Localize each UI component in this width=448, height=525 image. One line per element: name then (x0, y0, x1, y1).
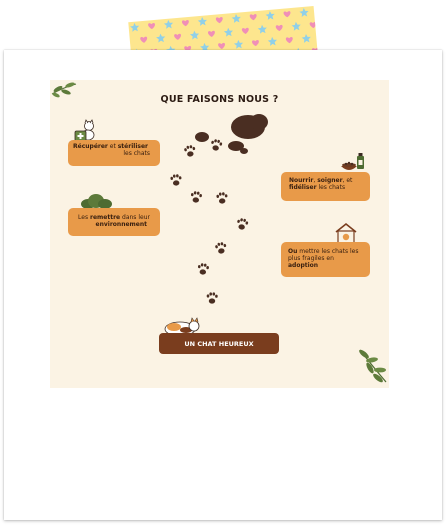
card-text-bold: Nourrir (289, 177, 314, 184)
paw-print-icon (170, 174, 182, 186)
paw-print-icon (215, 242, 227, 254)
card-nourrir: Nourrir, soigner, et fidéliser les chats (281, 172, 370, 201)
card-recuperer: Récupérer et stériliser les chats (68, 140, 160, 166)
paw-print-icon (237, 218, 249, 230)
infographic-panel: QUE FAISONS NOUS ? Récupérer et stérilis… (50, 80, 389, 388)
card-text-bold: adoption (288, 262, 319, 269)
card-text-bold: soigner (317, 177, 343, 184)
card-text-bold: stériliser (117, 143, 148, 150)
card-text-bold: fidéliser (289, 184, 317, 191)
card-recuperer-line1: Récupérer et stériliser (73, 143, 155, 150)
paw-print-icon (211, 139, 223, 151)
paw-print-icon (184, 145, 196, 157)
paw-print-icon (197, 263, 209, 275)
card-text: mettre les chats les plus fragiles en (288, 248, 359, 262)
card-text: les chats (316, 184, 346, 191)
card-text-bold: Récupérer (73, 143, 108, 150)
card-text-bold: Ou (288, 248, 298, 255)
paw-print-icon (206, 292, 218, 304)
card-remettre: Les remettre dans leur environnement (68, 208, 160, 236)
footer-happy-cat-button: UN CHAT HEUREUX (159, 333, 279, 354)
paw-print-icon (216, 192, 228, 204)
card-text: , et (342, 177, 353, 184)
card-nourrir-line1: Nourrir, soigner, et (289, 177, 365, 184)
card-text-bold: environnement (95, 221, 147, 228)
card-text: et (107, 143, 118, 150)
food-bowl-and-bottle-icon (341, 153, 364, 170)
card-recuperer-line2: les chats (123, 150, 150, 157)
card-adoption: Ou mettre les chats les plus fragiles en… (281, 242, 370, 277)
card-text: Les (78, 214, 90, 221)
card-remettre-line1: Les remettre dans leur (73, 214, 155, 221)
bush-icon (81, 194, 112, 209)
card-remettre-line2: environnement (73, 221, 155, 228)
card-text: dans leur (120, 214, 150, 221)
paw-print-icon (190, 191, 202, 203)
cat-house-icon (335, 222, 357, 244)
card-text-bold: remettre (89, 214, 121, 221)
card-nourrir-line2: fidéliser les chats (289, 184, 365, 191)
